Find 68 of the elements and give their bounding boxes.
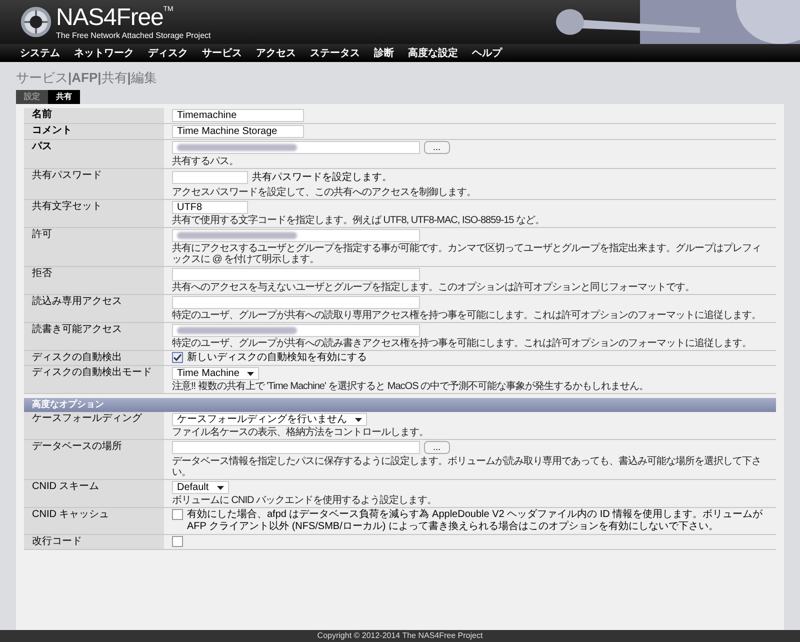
field-description: 特定のユーザ、グループが共有への読み書きアクセス権を持つ事を可能にします。これは許可オプションのフォーマットに追従します。 [172, 338, 752, 349]
field-label: 共有パスワード [24, 169, 164, 199]
menu-item[interactable]: ステータス [310, 46, 360, 60]
field-description: ファイル名ケースの表示、格納方法をコントロールします。 [172, 427, 428, 438]
checkbox[interactable] [172, 352, 183, 363]
section-header: 高度なオプション [24, 398, 776, 412]
field-label: コメント [24, 124, 164, 139]
logo-icon [20, 6, 52, 38]
dropdown[interactable]: Default [172, 481, 229, 494]
field-description: 共有するパス。 [172, 156, 240, 167]
field-description: 注意!! 複数の共有上で 'Time Machine' を選択すると MacOS の中で予測不可能な事象が発生するかもしれません。 [172, 381, 649, 392]
field-label: ケースフォールディング [24, 412, 164, 439]
field-description: 共有で使用する文字コードを指定します。例えば UTF8, UTF8-MAC, ISO-8859-15 など。 [172, 215, 546, 226]
field-label: 名前 [24, 108, 164, 123]
input-field[interactable] [172, 229, 420, 242]
caret-icon [355, 418, 362, 422]
field-description: 特定のユーザ、グループが共有への読取り専用アクセス権を持つ事を可能にします。これは許可オプションのフォーマットに追従します。 [172, 310, 762, 321]
input-field[interactable] [172, 296, 420, 309]
logo-text: NAS4Free [56, 4, 164, 30]
caret-icon [216, 486, 224, 490]
input-field[interactable] [172, 141, 420, 154]
checkbox[interactable] [172, 509, 183, 520]
menu-item[interactable]: システム [20, 46, 60, 60]
browse-button[interactable]: ... [424, 441, 450, 454]
field-description: データベース情報を指定したパスに保存するように設定します。ボリュームが読み取り専用であっても、書込み可能な場所を選択して下さい。 [172, 456, 762, 478]
field-label: ディスクの自動検出 [24, 351, 164, 365]
tab[interactable]: 共有 [48, 90, 80, 104]
footer-bar: Copyright © 2012-2014 The NAS4Free Project [0, 630, 800, 642]
field-description: 共有にアクセスするユーザとグループを指定する事が可能です。カンマで区切ってユーザとグループを指定出来ます。グループはプレフィックスに @ を付けて明示します。 [172, 243, 762, 265]
input-field[interactable] [172, 171, 248, 184]
field-label: パス [24, 140, 164, 168]
browse-button[interactable]: ... [424, 141, 450, 154]
field-label: ディスクの自動検出モード [24, 366, 164, 393]
menu-item[interactable]: アクセス [256, 46, 296, 60]
field-label: 改行コード [24, 535, 164, 549]
menu-item[interactable]: 高度な設定 [408, 46, 458, 60]
input-field[interactable]: UTF8 [172, 201, 248, 214]
dropdown[interactable]: ケースフォールディングを行いません [172, 413, 367, 426]
field-hint: 共有パスワードを設定します。 [252, 170, 392, 185]
field-description: アクセスパスワードを設定して、この共有へのアクセスを制御します。 [172, 187, 477, 198]
input-field[interactable] [172, 324, 420, 337]
field-label: データベースの場所 [24, 440, 164, 479]
field-label: 拒否 [24, 267, 164, 294]
field-description: 共有へのアクセスを与えないユーザとグループを指定します。このオプションは許可オプションと同じフォーマットです。 [172, 282, 696, 293]
field-label: CNID スキーム [24, 480, 164, 507]
input-field[interactable]: Timemachine [172, 109, 304, 122]
dropdown[interactable]: Time Machine [172, 367, 260, 380]
menu-item[interactable]: サービス [202, 46, 242, 60]
menu-item[interactable]: 診断 [374, 46, 394, 60]
field-label: CNID キャッシュ [24, 508, 164, 534]
field-label: 共有文字セット [24, 200, 164, 227]
input-field[interactable]: Time Machine Storage [172, 125, 304, 138]
menu-item[interactable]: ネットワーク [74, 46, 134, 60]
caret-icon [247, 372, 254, 376]
checkbox[interactable] [172, 536, 183, 547]
menu-item[interactable]: ヘルプ [472, 46, 502, 60]
input-field[interactable] [172, 268, 420, 281]
menu-item[interactable]: ディスク [148, 46, 188, 60]
checkbox-label: 有効にした場合、afpd はデータベース負荷を減らす為 AppleDouble V2 ヘッダファイル内の ID 情報を使用します。ボリュームが AFP クライアント以外 (NFS/SMB/ローカル) によって書き換えられる場合はこのオプションを有効にしないで下さい。 [187, 509, 764, 533]
field-label: 許可 [24, 228, 164, 266]
field-label: 読込み専用アクセス [24, 295, 164, 322]
check-icon [173, 353, 182, 362]
checkbox-label: 新しいディスクの自動検知を有効にする [187, 352, 367, 364]
field-label: 読書き可能アクセス [24, 323, 164, 350]
input-field[interactable] [172, 441, 420, 454]
tagline: The Free Network Attached Storage Project [56, 30, 211, 40]
field-description: ボリュームに CNID バックエンドを使用するよう設定します。 [172, 495, 436, 506]
breadcrumb-title: サービス|AFP|共有|編集 [16, 70, 158, 86]
